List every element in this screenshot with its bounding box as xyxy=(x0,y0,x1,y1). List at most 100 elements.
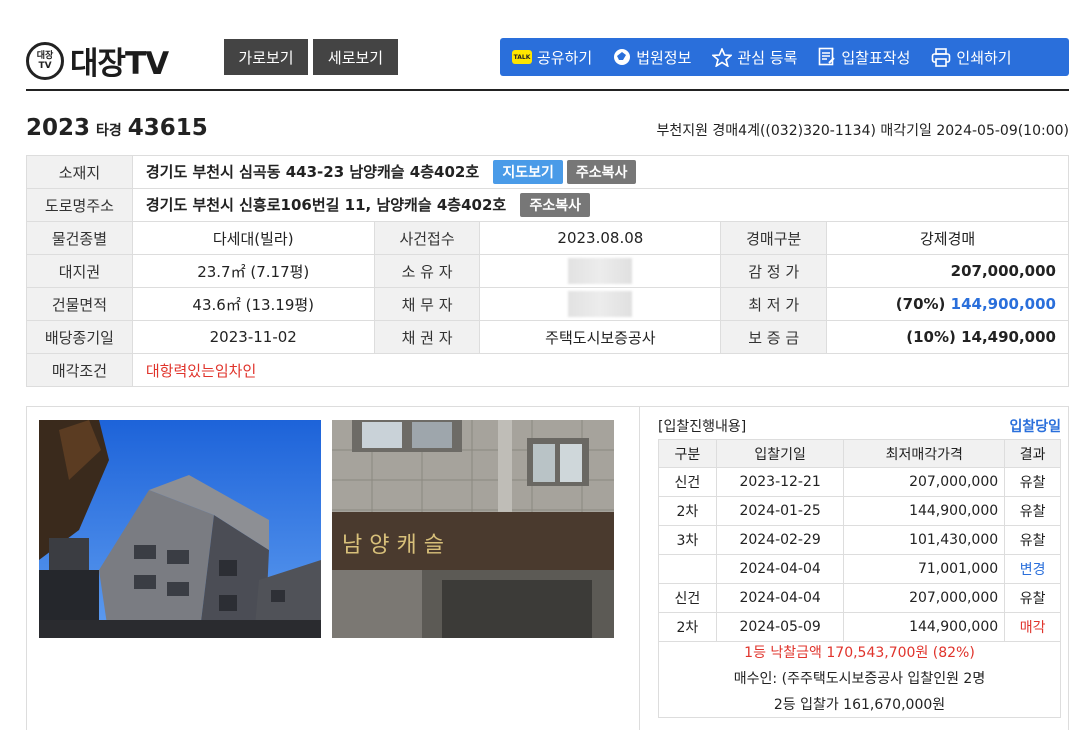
location-cell: 경기도 부천시 심곡동 443-23 남양캐슬 4층402호 지도보기 주소복사 xyxy=(131,155,1070,189)
building-exterior-photo[interactable] xyxy=(39,420,321,638)
sale-conditions: 대항력있는임차인 xyxy=(131,353,1070,387)
auction-kind: 강제경매 xyxy=(826,221,1069,255)
case-serial: 43615 xyxy=(127,115,208,141)
appraisal-label: 감 정 가 xyxy=(720,254,828,288)
col-kind: 구분 xyxy=(658,439,717,468)
table-row: 3차 2024-02-29 101,430,000 유찰 xyxy=(658,525,1061,555)
deposit-value: (10%) 14,490,000 xyxy=(826,320,1069,354)
dividend-deadline-label: 배당종기일 xyxy=(26,320,133,354)
received-date-label: 사건접수 xyxy=(373,221,481,255)
col-date: 입찰기일 xyxy=(715,439,845,468)
favorite-label: 관심 등록 xyxy=(737,48,798,67)
auction-kind-label: 경매구분 xyxy=(720,221,828,255)
print-button[interactable]: 인쇄하기 xyxy=(925,38,1017,76)
owner-value xyxy=(479,254,722,288)
vertical-view-button[interactable]: 세로보기 xyxy=(313,39,398,75)
property-type: 다세대(빌라) xyxy=(131,221,375,255)
debtor-value xyxy=(479,287,722,321)
table-row: 신건 2023-12-21 207,000,000 유찰 xyxy=(658,467,1061,497)
table-row: 2차 2024-01-25 144,900,000 유찰 xyxy=(658,496,1061,526)
land-right: 23.7㎡ (7.17평) xyxy=(131,254,375,288)
logo-mark-icon: 대장 TV xyxy=(26,41,64,80)
location-label: 소재지 xyxy=(26,155,133,189)
row-price: 101,430,000 xyxy=(843,525,1006,555)
row-date: 2024-02-29 xyxy=(715,525,845,555)
row-price: 71,001,000 xyxy=(843,554,1006,584)
land-right-label: 대지권 xyxy=(26,254,133,288)
row-price: 207,000,000 xyxy=(843,583,1006,613)
row-kind: 신건 xyxy=(658,467,717,497)
deposit-label: 보 증 금 xyxy=(720,320,828,354)
kakaotalk-icon: TALK xyxy=(512,50,532,64)
row-result: 유찰 xyxy=(1004,496,1061,526)
copy-road-address-button[interactable]: 주소복사 xyxy=(520,193,590,217)
road-address: 경기도 부천시 신흥로106번길 11, 남양캐슬 4층402호 xyxy=(145,196,507,214)
row-result: 유찰 xyxy=(1004,467,1061,497)
court-info-label: 법원정보 xyxy=(636,48,692,67)
copy-address-button[interactable]: 주소복사 xyxy=(566,160,637,184)
row-date: 2024-04-04 xyxy=(715,583,845,613)
sale-conditions-label: 매각조건 xyxy=(26,353,133,387)
location-address: 경기도 부천시 심곡동 443-23 남양캐슬 4층402호 xyxy=(145,163,480,181)
owner-label: 소 유 자 xyxy=(373,254,481,288)
bid-form-button[interactable]: 입찰표작성 xyxy=(812,38,916,76)
court-globe-icon xyxy=(613,48,631,66)
star-icon xyxy=(712,47,733,67)
bidding-history-table: 구분 입찰기일 최저매각가격 결과 신건 2023-12-21 207,000,… xyxy=(658,439,1061,642)
row-result-sold: 매각 xyxy=(1004,612,1061,642)
buyer-info: 매수인: (주주택도시보증공사 입찰인원 2명 xyxy=(733,671,986,687)
case-year: 2023 xyxy=(26,115,91,141)
bid-day-link[interactable]: 입찰당일 xyxy=(1009,416,1061,436)
bidding-header-row: 구분 입찰기일 최저매각가격 결과 xyxy=(658,439,1061,468)
debtor-label: 채 무 자 xyxy=(373,287,481,321)
min-price-label: 최 저 가 xyxy=(720,287,828,321)
share-button[interactable]: TALK 공유하기 xyxy=(506,38,598,76)
court-schedule: 부천지원 경매4계((032)320-1134) 매각기일 2024-05-09… xyxy=(656,123,1069,139)
row-price: 144,900,000 xyxy=(843,496,1006,526)
col-min-price: 최저매각가격 xyxy=(843,439,1006,468)
horizontal-view-button[interactable]: 가로보기 xyxy=(224,39,308,75)
table-row: 신건 2024-04-04 207,000,000 유찰 xyxy=(658,583,1061,613)
panel-divider xyxy=(639,407,640,730)
second-bid: 2등 입찰가 161,670,000원 xyxy=(773,697,946,713)
header-divider xyxy=(26,89,1069,91)
bid-form-label: 입찰표작성 xyxy=(841,48,911,67)
creditor-value: 주택도시보증공사 xyxy=(479,320,722,354)
row-result-changed: 변경 xyxy=(1004,554,1061,584)
map-view-button[interactable]: 지도보기 xyxy=(493,160,563,184)
appraisal-value: 207,000,000 xyxy=(826,254,1069,288)
share-label: 공유하기 xyxy=(537,48,593,67)
printer-icon xyxy=(931,47,951,67)
court-info-button[interactable]: 법원정보 xyxy=(607,38,697,76)
owner-redacted xyxy=(568,258,633,284)
received-date: 2023.08.08 xyxy=(479,221,722,255)
row-kind: 3차 xyxy=(658,525,717,555)
dividend-deadline: 2023-11-02 xyxy=(131,320,375,354)
logo-text: 대장TV xyxy=(70,46,169,82)
sale-result-box: 1등 낙찰금액 170,543,700원 (82%) 매수인: (주주택도시보증… xyxy=(658,640,1061,718)
row-result: 유찰 xyxy=(1004,583,1061,613)
row-date: 2023-12-21 xyxy=(715,467,845,497)
row-result: 유찰 xyxy=(1004,525,1061,555)
row-kind: 2차 xyxy=(658,612,717,642)
row-kind xyxy=(658,554,717,584)
property-info-table: 소재지 경기도 부천시 심곡동 443-23 남양캐슬 4층402호 지도보기 주… xyxy=(26,155,1070,387)
print-label: 인쇄하기 xyxy=(956,48,1012,67)
row-price: 207,000,000 xyxy=(843,467,1006,497)
min-price-value: 144,900,000 xyxy=(950,295,1056,313)
toolbar: TALK 공유하기 법원정보 관심 등록 입찰표작성 인쇄하기 xyxy=(500,38,1069,76)
favorite-button[interactable]: 관심 등록 xyxy=(706,38,803,76)
case-type: 타경 xyxy=(96,123,122,139)
creditor-label: 채 권 자 xyxy=(373,320,481,354)
min-price-cell: (70%) 144,900,000 xyxy=(826,287,1069,321)
building-sign-photo[interactable]: 남 양 캐 슬 xyxy=(332,420,614,638)
min-price-percent: (70%) xyxy=(895,295,946,313)
col-result: 결과 xyxy=(1004,439,1061,468)
building-area: 43.6㎡ (13.19평) xyxy=(131,287,375,321)
road-address-cell: 경기도 부천시 신흥로106번길 11, 남양캐슬 4층402호 주소복사 xyxy=(131,188,1070,222)
road-address-label: 도로명주소 xyxy=(26,188,133,222)
logo[interactable]: 대장 TV 대장TV xyxy=(26,38,169,83)
debtor-redacted xyxy=(568,291,633,317)
property-type-label: 물건종별 xyxy=(26,221,133,255)
winning-bid: 1등 낙찰금액 170,543,700원 (82%) xyxy=(744,645,975,661)
